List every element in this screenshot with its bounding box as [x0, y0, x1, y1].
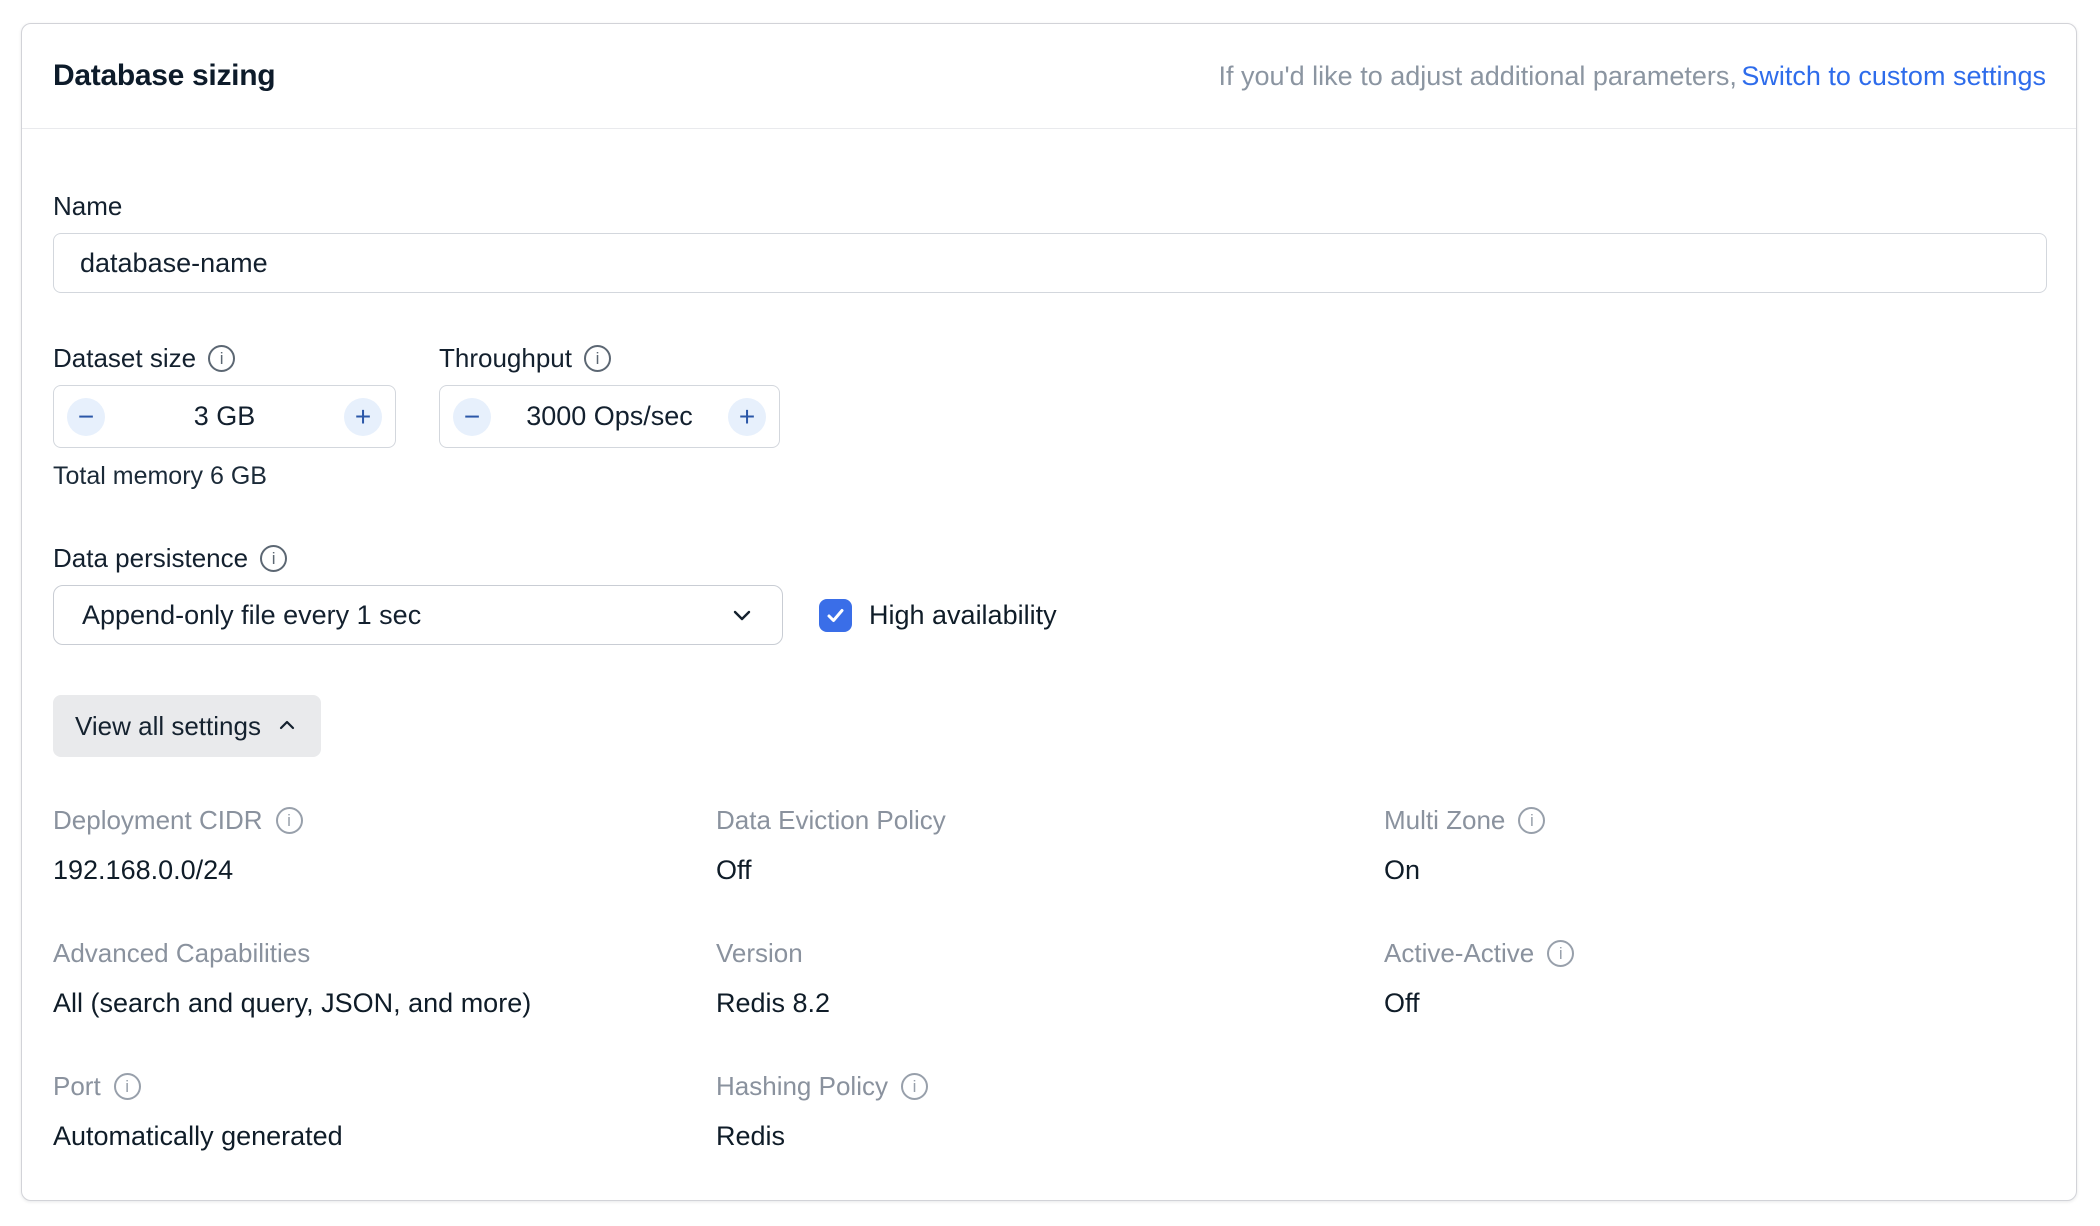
setting-value: Off: [716, 855, 1384, 886]
card-header: Database sizing If you'd like to adjust …: [22, 24, 2076, 129]
total-memory-text: Total memory 6 GB: [53, 462, 396, 491]
setting-cell-active-active: Active-Active i Off: [1384, 938, 2046, 1019]
setting-label: Deployment CIDR: [53, 805, 263, 836]
chevron-down-icon: [728, 601, 756, 629]
view-all-settings-button[interactable]: View all settings: [53, 695, 321, 757]
setting-label-row: Multi Zone i: [1384, 805, 2046, 836]
deployment-cidr-info-icon[interactable]: i: [276, 807, 303, 834]
setting-value: All (search and query, JSON, and more): [53, 988, 716, 1019]
data-persistence-section: Data persistence i Append-only file ever…: [53, 543, 2046, 645]
high-availability-checkbox-row[interactable]: High availability: [819, 599, 1057, 632]
throughput-group: Throughput i − 3000 Ops/sec +: [439, 343, 780, 491]
setting-label: Version: [716, 938, 803, 969]
dataset-size-increase-button[interactable]: +: [344, 398, 382, 436]
chevron-up-icon: [275, 714, 299, 738]
setting-label-row: Advanced Capabilities: [53, 938, 716, 969]
setting-cell-version: Version Redis 8.2: [716, 938, 1384, 1019]
setting-cell-advanced-capabilities: Advanced Capabilities All (search and qu…: [53, 938, 716, 1019]
database-name-input[interactable]: [53, 233, 2047, 293]
data-persistence-label-row: Data persistence i: [53, 543, 2046, 574]
page-title: Database sizing: [53, 59, 275, 93]
high-availability-checkbox[interactable]: [819, 599, 852, 632]
port-info-icon[interactable]: i: [114, 1073, 141, 1100]
setting-label-row: Deployment CIDR i: [53, 805, 716, 836]
data-persistence-select[interactable]: Append-only file every 1 sec: [53, 585, 783, 645]
throughput-increase-button[interactable]: +: [728, 398, 766, 436]
dataset-size-value: 3 GB: [105, 401, 344, 432]
setting-cell-port: Port i Automatically generated: [53, 1071, 716, 1152]
header-note-wrap: If you'd like to adjust additional param…: [1218, 61, 2046, 92]
dataset-size-stepper: − 3 GB +: [53, 385, 396, 448]
settings-summary-grid: Deployment CIDR i 192.168.0.0/24 Data Ev…: [53, 805, 2046, 1152]
view-all-settings-label: View all settings: [75, 711, 261, 742]
high-availability-label: High availability: [869, 600, 1057, 631]
dataset-size-label: Dataset size: [53, 343, 196, 374]
dataset-size-group: Dataset size i − 3 GB + Total memory 6 G…: [53, 343, 396, 491]
setting-label-row: Port i: [53, 1071, 716, 1102]
setting-label-row: Version: [716, 938, 1384, 969]
throughput-value: 3000 Ops/sec: [491, 401, 728, 432]
name-label: Name: [53, 191, 2046, 222]
setting-value: Off: [1384, 988, 2046, 1019]
setting-label: Advanced Capabilities: [53, 938, 310, 969]
dataset-size-decrease-button[interactable]: −: [67, 398, 105, 436]
setting-label: Port: [53, 1071, 101, 1102]
data-persistence-label: Data persistence: [53, 543, 248, 574]
setting-cell-deployment-cidr: Deployment CIDR i 192.168.0.0/24: [53, 805, 716, 886]
switch-to-custom-settings-link[interactable]: Switch to custom settings: [1741, 61, 2046, 91]
setting-label: Data Eviction Policy: [716, 805, 946, 836]
setting-cell-multi-zone: Multi Zone i On: [1384, 805, 2046, 886]
setting-value: On: [1384, 855, 2046, 886]
setting-value: Redis 8.2: [716, 988, 1384, 1019]
multi-zone-info-icon[interactable]: i: [1518, 807, 1545, 834]
setting-value: 192.168.0.0/24: [53, 855, 716, 886]
throughput-label-row: Throughput i: [439, 343, 780, 374]
setting-value: Redis: [716, 1121, 1384, 1152]
data-persistence-selected-value: Append-only file every 1 sec: [82, 600, 421, 631]
setting-cell-data-eviction-policy: Data Eviction Policy Off: [716, 805, 1384, 886]
hashing-policy-info-icon[interactable]: i: [901, 1073, 928, 1100]
sizing-steppers-row: Dataset size i − 3 GB + Total memory 6 G…: [53, 343, 2046, 491]
database-sizing-card: Database sizing If you'd like to adjust …: [21, 23, 2077, 1201]
checkmark-icon: [825, 605, 846, 626]
setting-label-row: Active-Active i: [1384, 938, 2046, 969]
setting-label-row: Hashing Policy i: [716, 1071, 1384, 1102]
setting-label: Multi Zone: [1384, 805, 1505, 836]
active-active-info-icon[interactable]: i: [1547, 940, 1574, 967]
setting-cell-hashing-policy: Hashing Policy i Redis: [716, 1071, 1384, 1152]
card-body: Name Dataset size i − 3 GB + Total memor…: [22, 129, 2076, 1152]
data-persistence-row: Append-only file every 1 sec High availa…: [53, 585, 2046, 645]
dataset-size-label-row: Dataset size i: [53, 343, 396, 374]
throughput-label: Throughput: [439, 343, 572, 374]
data-persistence-info-icon[interactable]: i: [260, 545, 287, 572]
throughput-info-icon[interactable]: i: [584, 345, 611, 372]
setting-cell-empty: [1384, 1071, 2046, 1152]
header-note: If you'd like to adjust additional param…: [1218, 61, 1736, 91]
throughput-decrease-button[interactable]: −: [453, 398, 491, 436]
setting-value: Automatically generated: [53, 1121, 716, 1152]
dataset-size-info-icon[interactable]: i: [208, 345, 235, 372]
setting-label: Active-Active: [1384, 938, 1534, 969]
setting-label: Hashing Policy: [716, 1071, 888, 1102]
setting-label-row: Data Eviction Policy: [716, 805, 1384, 836]
throughput-stepper: − 3000 Ops/sec +: [439, 385, 780, 448]
